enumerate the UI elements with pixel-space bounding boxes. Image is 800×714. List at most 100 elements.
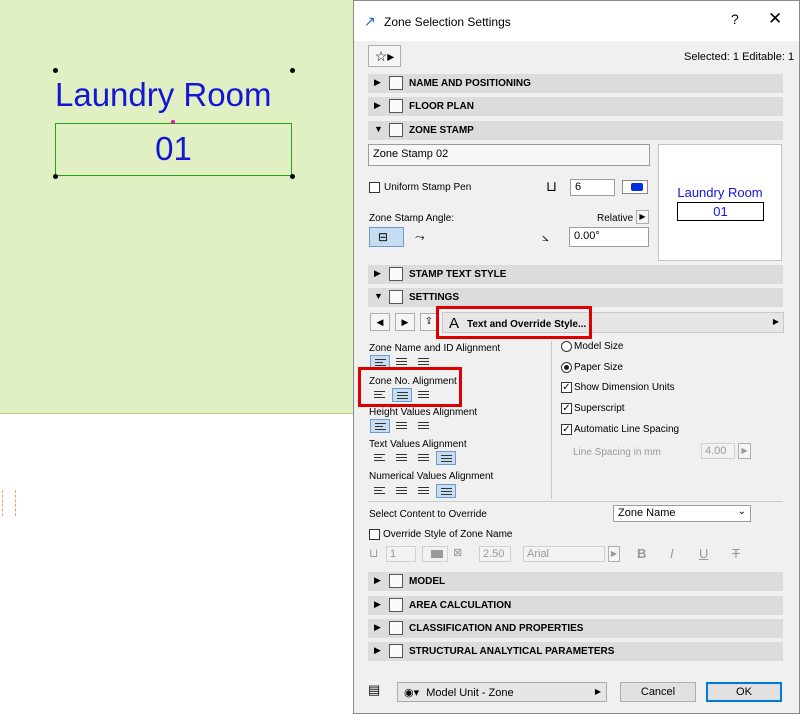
canvas-marker <box>2 490 16 516</box>
show-dimension-units-label: Show Dimension Units <box>574 382 675 393</box>
stamp-name-field[interactable]: Zone Stamp 02 <box>368 144 650 166</box>
panel-label: FLOOR PLAN <box>409 101 474 112</box>
override-size-field[interactable]: 2.50 <box>479 546 511 562</box>
align-left-icon[interactable] <box>370 419 390 433</box>
automatic-line-spacing-label: Automatic Line Spacing <box>574 424 680 435</box>
fixed-angle-toggle[interactable]: ⊟ <box>369 227 404 247</box>
panel-floor-plan[interactable]: ▶ FLOOR PLAN <box>368 97 783 116</box>
align-center-icon[interactable] <box>392 484 412 498</box>
align-center-icon[interactable] <box>392 419 412 433</box>
divider <box>368 501 783 502</box>
strikethrough-button[interactable]: T <box>732 546 740 561</box>
line-spacing-arrow[interactable]: ▶ <box>738 443 751 459</box>
align-right-icon[interactable] <box>414 419 434 433</box>
uniform-pen-checkbox[interactable] <box>369 182 380 193</box>
align-center-icon[interactable] <box>392 451 412 465</box>
panel-stamp-text-style[interactable]: ▶ STAMP TEXT STYLE <box>368 265 783 284</box>
model-size-radio[interactable] <box>561 341 572 352</box>
center-hotspot[interactable] <box>171 120 175 124</box>
collapse-arrow-icon: ▼ <box>374 291 383 301</box>
pen-number-field[interactable]: 6 <box>570 179 615 196</box>
zone-canvas[interactable] <box>0 0 354 414</box>
panel-structural[interactable]: ▶ STRUCTURAL ANALYTICAL PARAMETERS <box>368 642 783 661</box>
text-values-alignment-label: Text Values Alignment <box>369 439 467 450</box>
highlight-zone-no-alignment <box>358 367 462 407</box>
height-alignment-group <box>370 419 438 433</box>
relative-dropdown[interactable]: ▶ <box>636 210 649 224</box>
pen-color-swatch[interactable] <box>622 180 648 194</box>
model-size-label: Model Size <box>574 341 624 352</box>
prev-page-button[interactable]: ◀ <box>370 313 390 331</box>
model-icon <box>389 574 403 588</box>
align-left-icon[interactable] <box>370 451 390 465</box>
canvas-zone-number: 01 <box>155 130 192 167</box>
structural-icon <box>389 644 403 658</box>
height-alignment-label: Height Values Alignment <box>369 407 478 418</box>
eye-icon: ◉▾ <box>404 687 420 699</box>
relative-label: Relative <box>597 213 634 224</box>
close-button[interactable]: ✕ <box>768 9 782 29</box>
override-pen-color-swatch[interactable] <box>422 546 448 562</box>
superscript-checkbox[interactable]: ✓ <box>561 403 572 414</box>
collapse-arrow-icon: ▼ <box>374 124 383 134</box>
selection-hotspot[interactable] <box>53 174 58 179</box>
stamp-preview: Laundry Room 01 <box>658 144 782 261</box>
font-dropdown-arrow[interactable]: ▶ <box>608 546 620 562</box>
override-font-field[interactable]: Arial <box>523 546 605 562</box>
layers-icon: ▤ <box>368 682 381 697</box>
align-justify-icon[interactable] <box>436 451 456 465</box>
override-pen-field[interactable]: 1 <box>386 546 416 562</box>
line-spacing-field[interactable]: 4.00 <box>701 443 735 459</box>
selection-hotspot[interactable] <box>290 68 295 73</box>
favorites-button[interactable]: ☆▸ <box>368 45 401 67</box>
canvas-zone-name[interactable]: Laundry Room <box>55 76 271 114</box>
bold-button[interactable]: B <box>637 546 646 561</box>
panel-settings[interactable]: ▼ SETTINGS <box>368 288 783 307</box>
underline-button[interactable]: U <box>699 546 708 561</box>
ok-button[interactable]: OK <box>706 682 782 702</box>
panel-label: SETTINGS <box>409 292 460 303</box>
panel-name-positioning[interactable]: ▶ NAME AND POSITIONING <box>368 74 783 93</box>
angle-icon: ⦣ <box>542 230 549 244</box>
selection-hotspot[interactable] <box>53 68 58 73</box>
dropdown-arrow-icon: ▶ <box>594 687 601 696</box>
expand-arrow-icon: ▶ <box>374 645 381 655</box>
select-content-value: Zone Name <box>618 507 676 519</box>
preview-zone-name: Laundry Room <box>677 185 763 200</box>
text-values-alignment-group <box>370 451 460 465</box>
zone-stamp-icon <box>389 123 403 137</box>
cancel-button[interactable]: Cancel <box>620 682 696 702</box>
show-dimension-units-checkbox[interactable]: ✓ <box>561 382 572 393</box>
select-content-dropdown[interactable]: Zone Name ⌄ <box>613 505 751 522</box>
paper-size-radio[interactable] <box>561 362 572 373</box>
title-bar[interactable]: ↗ Zone Selection Settings ? ✕ <box>354 1 799 41</box>
align-right-icon[interactable] <box>414 484 434 498</box>
next-page-button[interactable]: ▶ <box>395 313 415 331</box>
italic-button[interactable]: I <box>670 546 674 561</box>
panel-area-calculation[interactable]: ▶ AREA CALCULATION <box>368 596 783 615</box>
override-style-checkbox[interactable] <box>369 529 380 540</box>
chevron-down-icon: ⌄ <box>737 506 746 517</box>
align-justify-icon[interactable] <box>436 484 456 498</box>
name-positioning-icon <box>389 76 403 90</box>
stamp-angle-field[interactable]: 0.00° <box>569 227 649 247</box>
align-left-icon[interactable] <box>370 484 390 498</box>
model-unit-dropdown[interactable]: ◉▾ Model Unit - Zone ▶ <box>397 682 607 702</box>
expand-arrow-icon: ▶ <box>374 599 381 609</box>
panel-classification[interactable]: ▶ CLASSIFICATION AND PROPERTIES <box>368 619 783 638</box>
area-calculation-icon <box>389 598 403 612</box>
automatic-line-spacing-checkbox[interactable]: ✓ <box>561 424 572 435</box>
paper-size-label: Paper Size <box>574 362 623 373</box>
selection-hotspot[interactable] <box>290 174 295 179</box>
classification-icon <box>389 621 403 635</box>
override-style-label: Override Style of Zone Name <box>383 529 513 540</box>
text-size-icon: ⊠ <box>453 547 463 559</box>
select-content-label: Select Content to Override <box>369 509 487 520</box>
dialog-title: Zone Selection Settings <box>384 15 511 29</box>
help-button[interactable]: ? <box>731 11 739 27</box>
canvas-zone-number-box[interactable]: 01 <box>55 123 292 176</box>
panel-model[interactable]: ▶ MODEL <box>368 572 783 591</box>
panel-zone-stamp[interactable]: ▼ ZONE STAMP <box>368 121 783 140</box>
align-right-icon[interactable] <box>414 451 434 465</box>
rotate-angle-toggle[interactable]: ⤳ <box>415 230 425 245</box>
